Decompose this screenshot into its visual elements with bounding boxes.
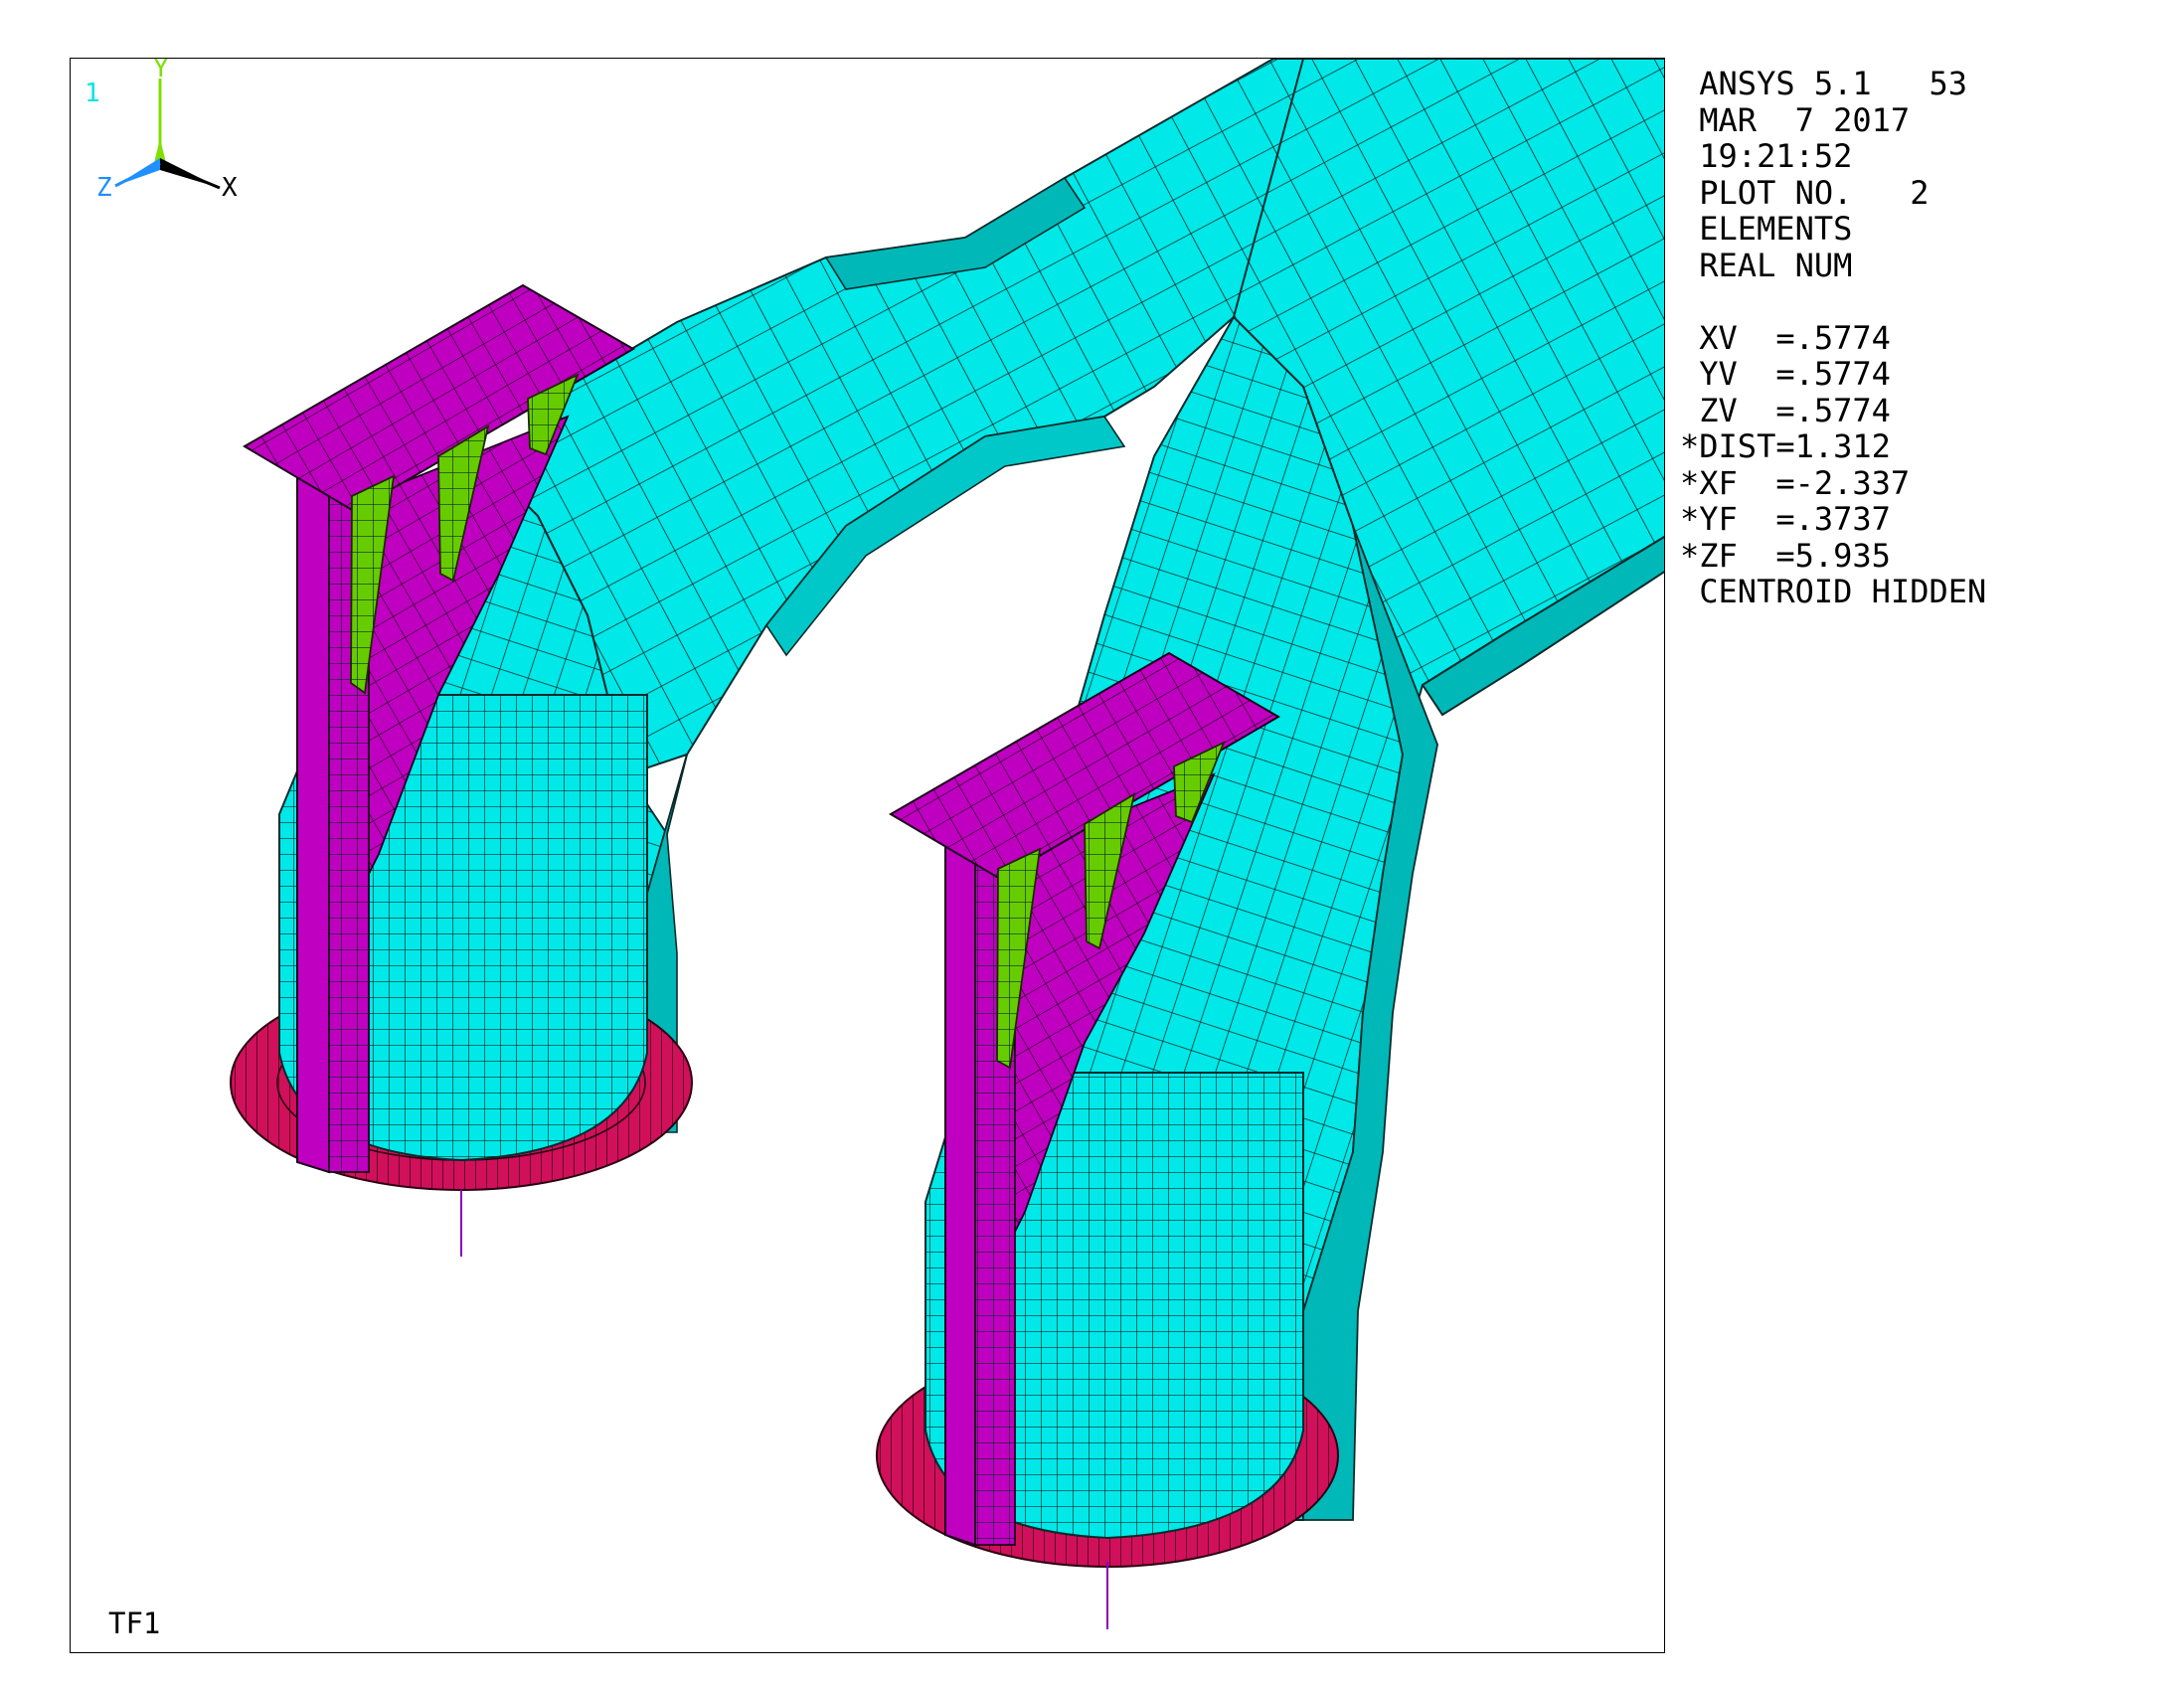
triad-z-label: Z: [96, 173, 112, 203]
info-line: MAR 7 2017: [1680, 100, 1911, 139]
title-tag: TF1: [108, 1606, 161, 1640]
info-line: ANSYS 5.1 53: [1680, 65, 1967, 102]
info-line: PLOT NO. 2: [1680, 173, 1930, 212]
view-line: YV =.5774: [1680, 355, 1891, 393]
view-line: *ZF =5.935: [1680, 536, 1891, 575]
triad-y-label: Y: [153, 59, 169, 84]
graphics-window[interactable]: 1 Y X Z TF1: [70, 58, 1665, 1653]
fe-model-plot: [230, 59, 1664, 1629]
view-line: *DIST=1.312: [1680, 427, 1891, 465]
triad-x-label: X: [222, 173, 238, 203]
info-line: REAL NUM: [1680, 246, 1853, 284]
info-line: 19:21:52: [1680, 137, 1853, 175]
view-line: ZV =.5774: [1680, 391, 1891, 429]
view-line: XV =.5774: [1680, 318, 1891, 357]
info-line: ELEMENTS: [1680, 210, 1853, 248]
view-line: CENTROID HIDDEN: [1680, 573, 1987, 610]
plot-info-legend: ANSYS 5.1 53 MAR 7 2017 19:21:52 PLOT NO…: [1680, 66, 2177, 610]
view-line: *XF =-2.337: [1680, 463, 1911, 502]
view-line: *YF =.3737: [1680, 500, 1891, 538]
coordinate-triad-icon: Y X Z: [96, 59, 238, 203]
